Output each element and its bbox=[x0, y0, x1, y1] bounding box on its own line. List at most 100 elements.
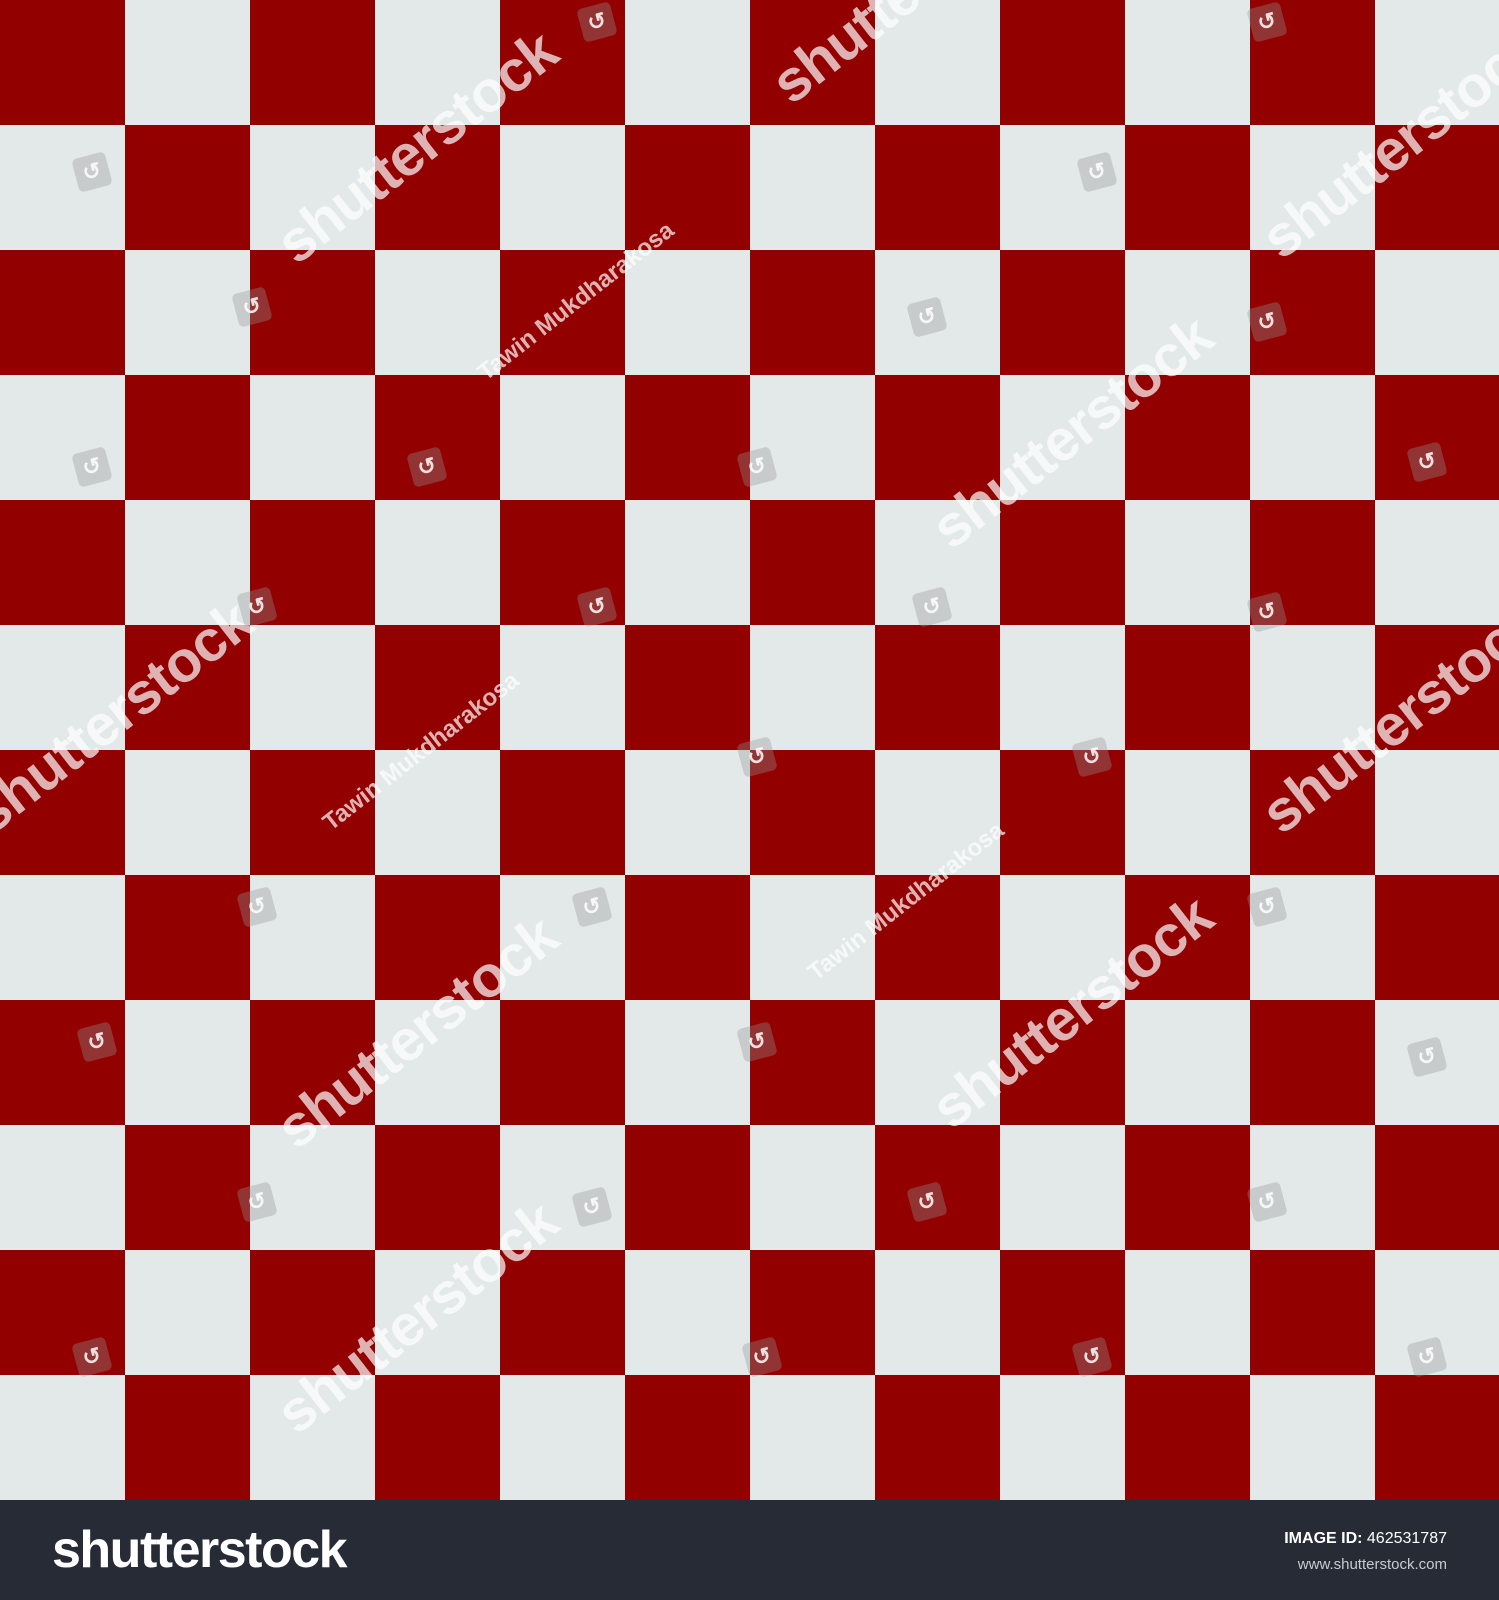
dark-square bbox=[750, 1000, 875, 1125]
light-square bbox=[1375, 750, 1499, 875]
footer-url: www.shutterstock.com bbox=[1297, 1556, 1447, 1573]
light-square bbox=[750, 125, 875, 250]
light-square bbox=[1375, 250, 1499, 375]
light-square bbox=[625, 500, 750, 625]
light-square bbox=[500, 1125, 625, 1250]
light-square bbox=[1250, 1375, 1375, 1500]
dark-square bbox=[1125, 875, 1250, 1000]
dark-square bbox=[0, 750, 125, 875]
dark-square bbox=[625, 375, 750, 500]
light-square bbox=[1000, 875, 1125, 1000]
dark-square bbox=[125, 1375, 250, 1500]
dark-square bbox=[125, 1125, 250, 1250]
light-square bbox=[0, 625, 125, 750]
light-square bbox=[625, 1250, 750, 1375]
image-id-value: 462531787 bbox=[1366, 1530, 1447, 1547]
light-square bbox=[1125, 250, 1250, 375]
light-square bbox=[1250, 125, 1375, 250]
light-square bbox=[875, 1000, 1000, 1125]
light-square bbox=[1125, 1250, 1250, 1375]
light-square bbox=[1000, 125, 1125, 250]
light-square bbox=[750, 1125, 875, 1250]
dark-square bbox=[1375, 375, 1499, 500]
light-square bbox=[1375, 0, 1499, 125]
dark-square bbox=[375, 1125, 500, 1250]
dark-square bbox=[1000, 0, 1125, 125]
dark-square bbox=[875, 875, 1000, 1000]
image-id-label: IMAGE ID: bbox=[1284, 1530, 1363, 1547]
footer-bar: shutterstock IMAGE ID: 462531787 www.shu… bbox=[0, 1500, 1499, 1600]
dark-square bbox=[875, 625, 1000, 750]
light-square bbox=[375, 1250, 500, 1375]
dark-square bbox=[0, 500, 125, 625]
light-square bbox=[375, 0, 500, 125]
light-square bbox=[625, 1000, 750, 1125]
light-square bbox=[125, 1000, 250, 1125]
image-id: IMAGE ID: 462531787 bbox=[1284, 1530, 1447, 1548]
dark-square bbox=[1375, 1375, 1499, 1500]
dark-square bbox=[875, 1375, 1000, 1500]
dark-square bbox=[875, 125, 1000, 250]
dark-square bbox=[750, 250, 875, 375]
dark-square bbox=[625, 125, 750, 250]
dark-square bbox=[500, 1250, 625, 1375]
light-square bbox=[875, 0, 1000, 125]
light-square bbox=[1125, 500, 1250, 625]
dark-square bbox=[1000, 1000, 1125, 1125]
dark-square bbox=[625, 875, 750, 1000]
dark-square bbox=[1125, 625, 1250, 750]
dark-square bbox=[1375, 875, 1499, 1000]
light-square bbox=[0, 1125, 125, 1250]
light-square bbox=[1000, 1125, 1125, 1250]
light-square bbox=[125, 0, 250, 125]
dark-square bbox=[1125, 1125, 1250, 1250]
dark-square bbox=[125, 625, 250, 750]
dark-square bbox=[125, 125, 250, 250]
dark-square bbox=[1375, 625, 1499, 750]
dark-square bbox=[1250, 1000, 1375, 1125]
light-square bbox=[250, 375, 375, 500]
light-square bbox=[375, 500, 500, 625]
light-square bbox=[1000, 625, 1125, 750]
dark-square bbox=[625, 625, 750, 750]
dark-square bbox=[1125, 375, 1250, 500]
shutterstock-logo: shutterstock bbox=[52, 1521, 348, 1579]
dark-square bbox=[0, 250, 125, 375]
light-square bbox=[0, 1375, 125, 1500]
light-square bbox=[750, 625, 875, 750]
light-square bbox=[125, 1250, 250, 1375]
light-square bbox=[1125, 750, 1250, 875]
dark-square bbox=[250, 750, 375, 875]
dark-square bbox=[0, 1000, 125, 1125]
light-square bbox=[375, 750, 500, 875]
light-square bbox=[625, 750, 750, 875]
light-square bbox=[1125, 0, 1250, 125]
light-square bbox=[500, 625, 625, 750]
dark-square bbox=[625, 1125, 750, 1250]
dark-square bbox=[500, 250, 625, 375]
light-square bbox=[250, 625, 375, 750]
dark-square bbox=[875, 375, 1000, 500]
dark-square bbox=[500, 1000, 625, 1125]
light-square bbox=[125, 750, 250, 875]
dark-square bbox=[375, 625, 500, 750]
light-square bbox=[750, 875, 875, 1000]
dark-square bbox=[1375, 125, 1499, 250]
light-square bbox=[0, 375, 125, 500]
dark-square bbox=[750, 500, 875, 625]
dark-square bbox=[750, 0, 875, 125]
dark-square bbox=[0, 0, 125, 125]
dark-square bbox=[1000, 500, 1125, 625]
light-square bbox=[1250, 375, 1375, 500]
light-square bbox=[375, 1000, 500, 1125]
dark-square bbox=[1250, 750, 1375, 875]
light-square bbox=[125, 500, 250, 625]
dark-square bbox=[375, 125, 500, 250]
light-square bbox=[250, 125, 375, 250]
light-square bbox=[500, 1375, 625, 1500]
dark-square bbox=[250, 0, 375, 125]
light-square bbox=[1000, 1375, 1125, 1500]
light-square bbox=[125, 250, 250, 375]
dark-square bbox=[625, 1375, 750, 1500]
dark-square bbox=[375, 1375, 500, 1500]
